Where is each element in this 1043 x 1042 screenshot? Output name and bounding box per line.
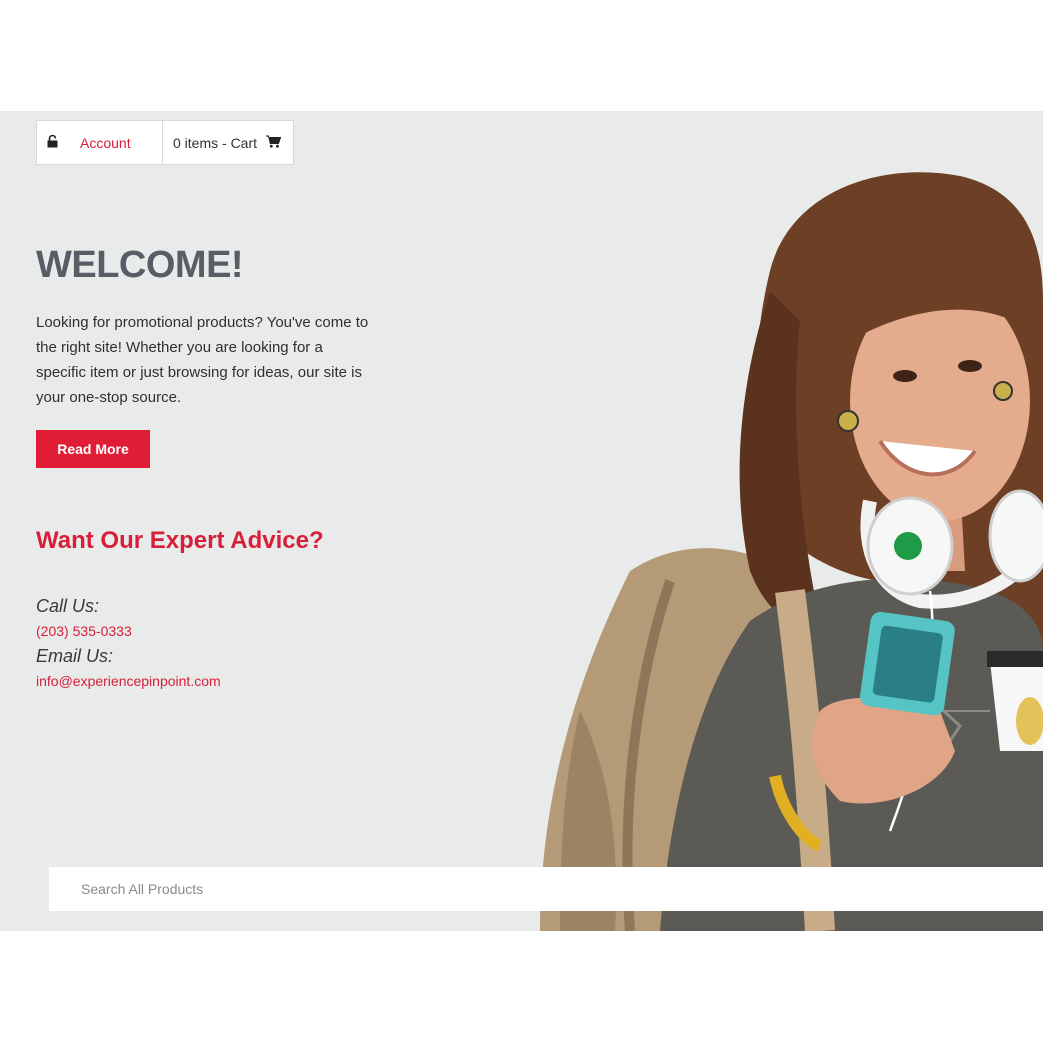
intro-text: Looking for promotional products? You've…	[36, 314, 369, 406]
page: Account 0 items - Cart WELCOME! Looking …	[0, 0, 1043, 1042]
email-link[interactable]: info@experiencepinpoint.com	[36, 669, 221, 694]
read-more-button[interactable]: Read More	[36, 430, 150, 468]
phone-link[interactable]: (203) 535-0333	[36, 619, 221, 644]
hero-photo	[540, 172, 1043, 931]
hero-banner: Account 0 items - Cart WELCOME! Looking …	[0, 111, 1043, 931]
contact-block: Call Us: (203) 535-0333 Email Us: info@e…	[36, 594, 221, 694]
call-us-label: Call Us:	[36, 596, 100, 616]
account-button[interactable]: Account	[36, 120, 163, 165]
lock-icon	[47, 134, 58, 151]
account-cart-bar: Account 0 items - Cart	[36, 120, 294, 165]
account-label: Account	[80, 134, 131, 151]
welcome-heading: WELCOME!	[36, 244, 244, 286]
search-input[interactable]	[49, 867, 1043, 911]
cart-label: 0 items - Cart	[173, 134, 258, 151]
expert-advice-heading: Want Our Expert Advice?	[36, 527, 324, 554]
cart-icon	[266, 135, 282, 151]
cart-button[interactable]: 0 items - Cart	[162, 120, 294, 165]
email-us-label: Email Us:	[36, 646, 114, 666]
